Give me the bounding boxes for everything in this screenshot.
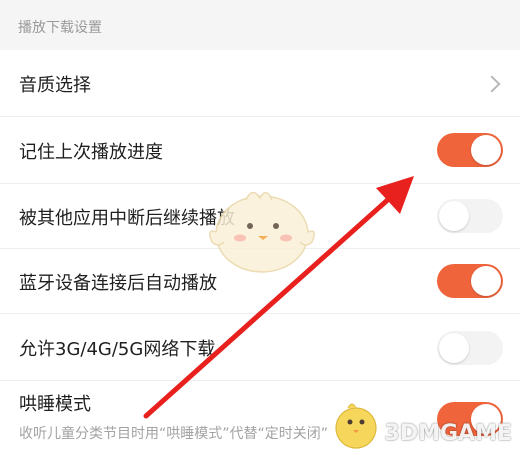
setting-row-mobile-download: 允许3G/4G/5G网络下载 — [0, 314, 520, 380]
toggle-mobile-download[interactable] — [437, 331, 503, 365]
section-header-title: 播放下载设置 — [18, 20, 102, 36]
toggle-knob — [439, 201, 469, 231]
setting-label-resume-after-interrupt: 被其他应用中断后继续播放 — [19, 208, 235, 229]
section-header: 播放下载设置 — [0, 0, 520, 50]
setting-row-audio-quality[interactable]: 音质选择 — [0, 50, 520, 116]
watermark-logo: 3DMGAME — [384, 421, 512, 446]
setting-row-resume-after-interrupt: 被其他应用中断后继续播放 — [0, 184, 520, 248]
toggle-knob — [439, 333, 469, 363]
setting-sublabel-sleep-mode: 收听儿童分类节目时用“哄睡模式”代替“定时关闭” — [19, 426, 329, 442]
chevron-right-icon — [483, 75, 501, 93]
setting-label-remember-progress: 记住上次播放进度 — [19, 142, 163, 163]
toggle-remember-progress[interactable] — [437, 133, 503, 167]
toggle-resume-after-interrupt[interactable] — [437, 199, 503, 233]
setting-row-remember-progress: 记住上次播放进度 — [0, 117, 520, 183]
setting-label-sleep-mode: 哄睡模式 — [19, 394, 91, 415]
toggle-knob — [471, 135, 501, 165]
setting-row-bluetooth-autoplay: 蓝牙设备连接后自动播放 — [0, 249, 520, 313]
toggle-bluetooth-autoplay[interactable] — [437, 264, 503, 298]
setting-label-audio-quality: 音质选择 — [19, 75, 91, 96]
toggle-knob — [471, 266, 501, 296]
setting-label-bluetooth-autoplay: 蓝牙设备连接后自动播放 — [19, 273, 217, 294]
setting-label-mobile-download: 允许3G/4G/5G网络下载 — [19, 339, 216, 360]
